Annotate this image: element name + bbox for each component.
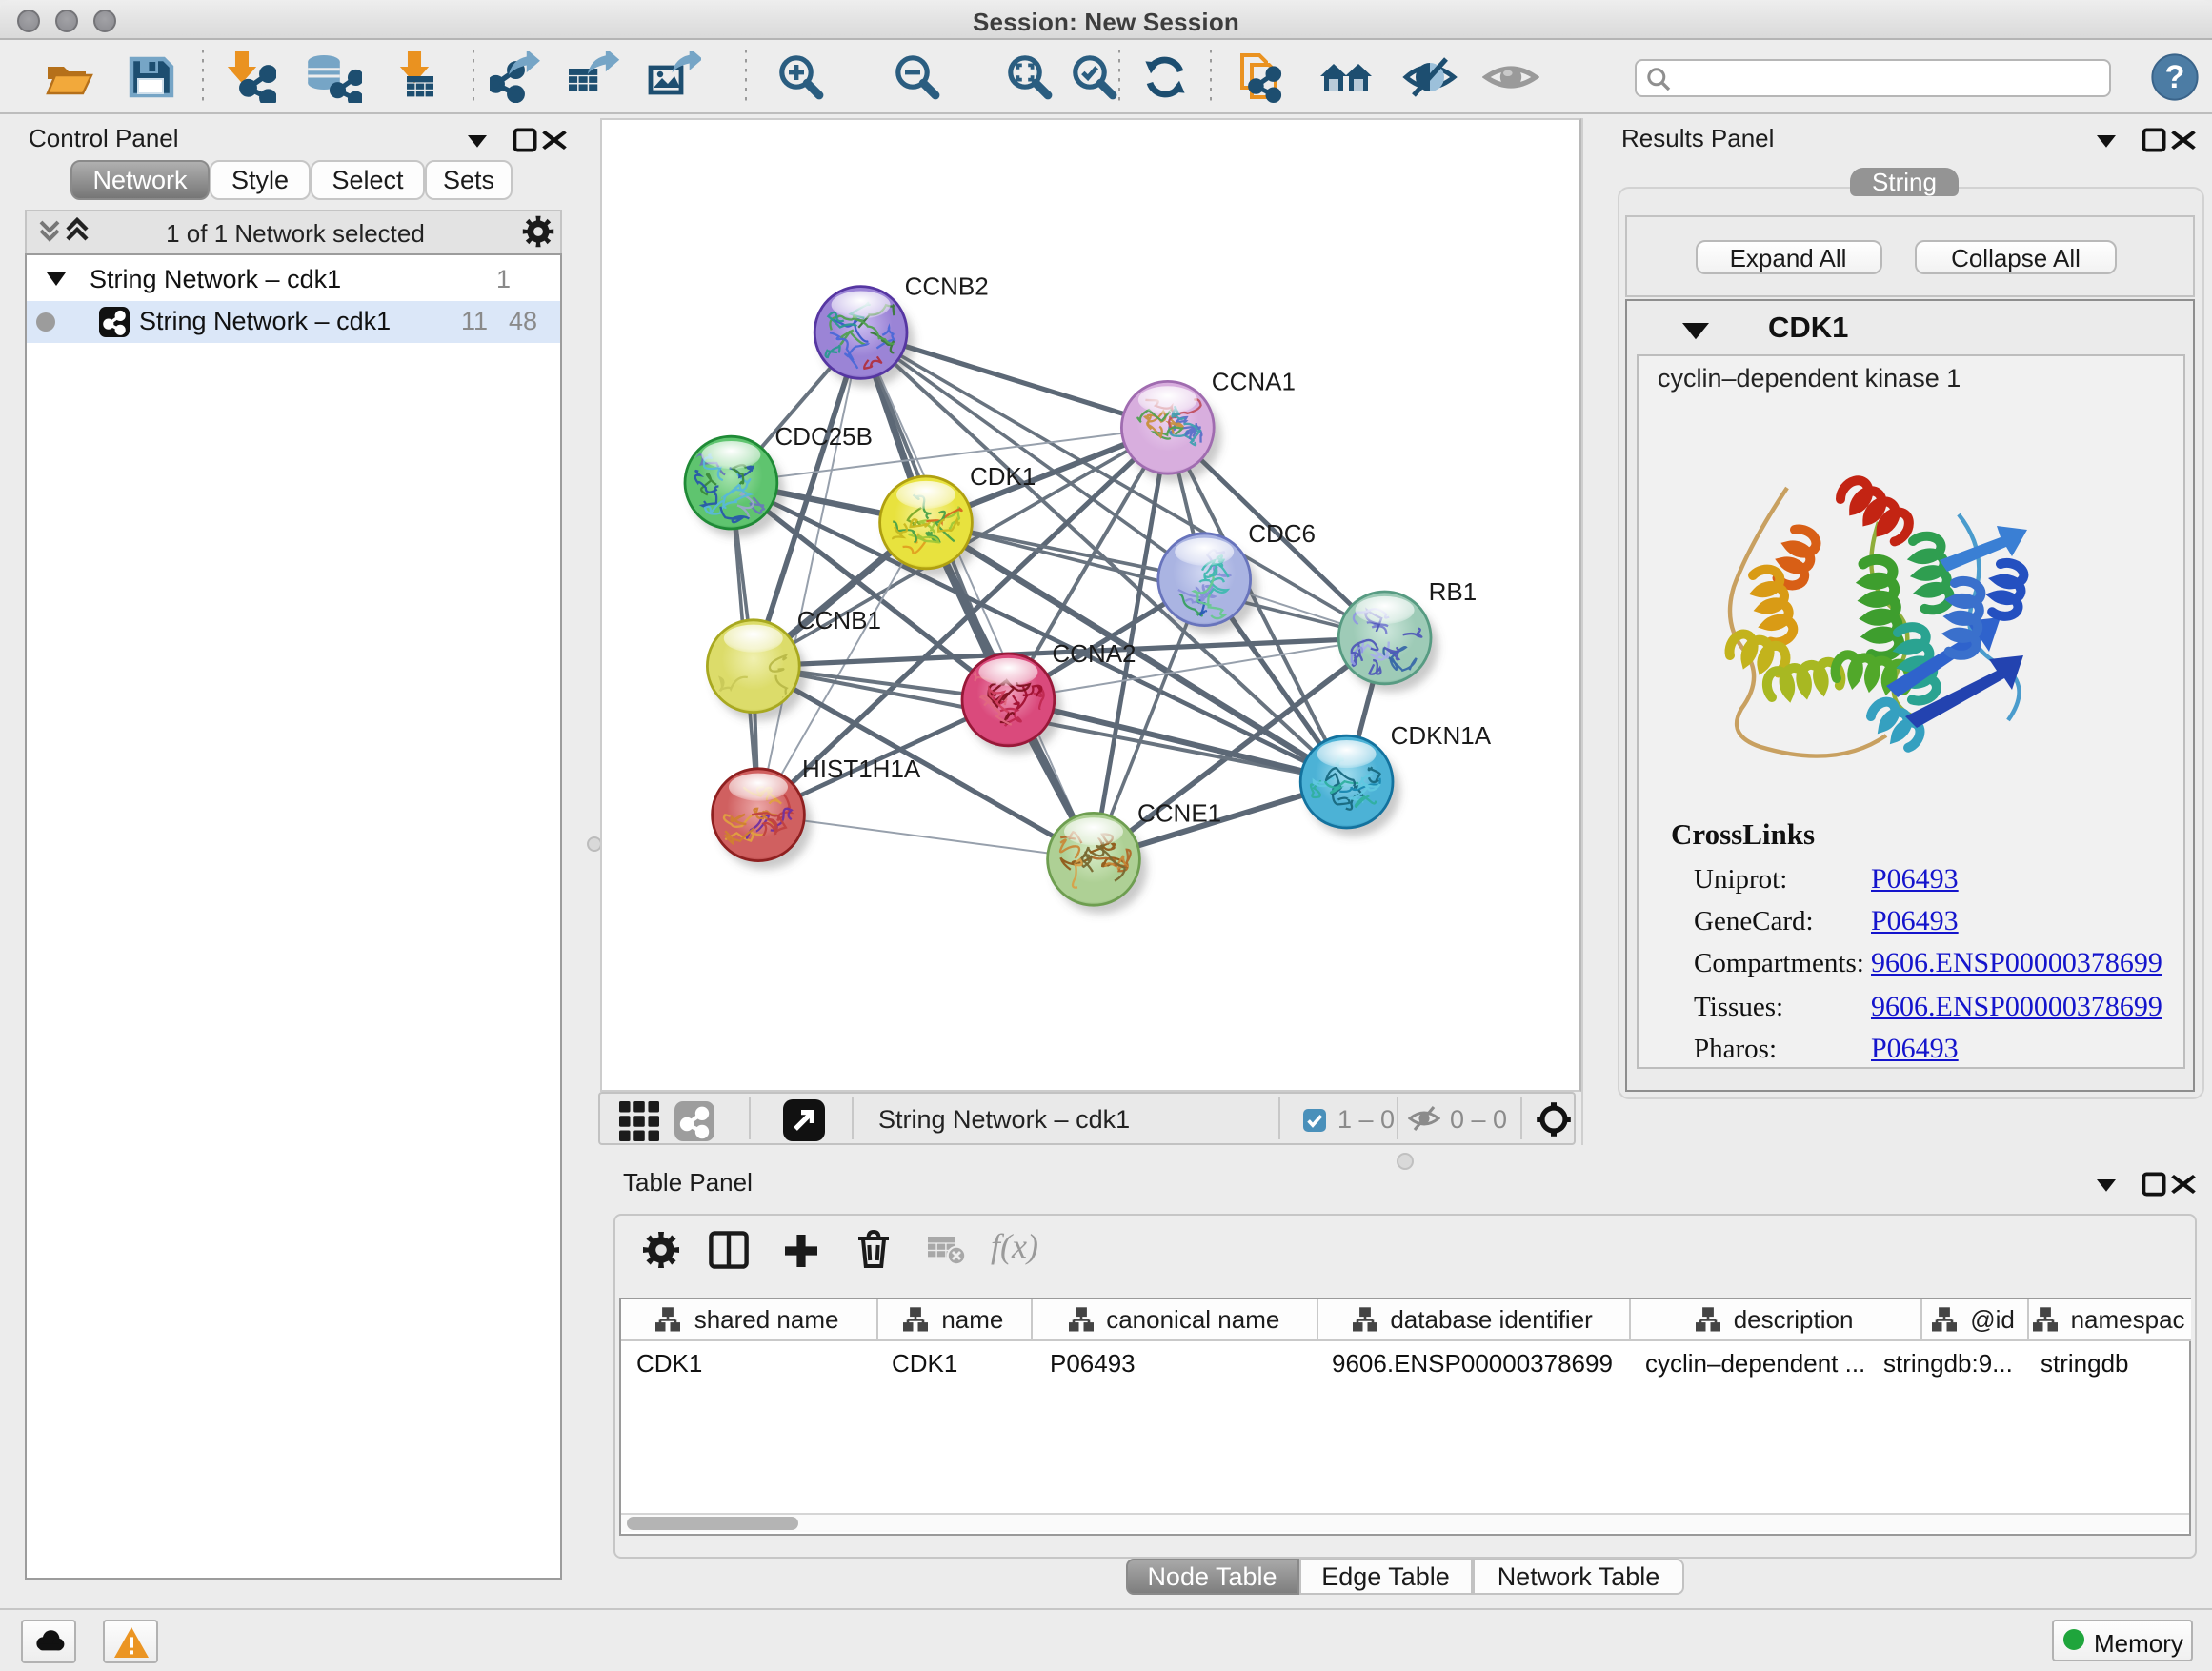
svg-text:CCNA2: CCNA2: [1052, 639, 1136, 668]
svg-text:CDK1: CDK1: [970, 462, 1036, 491]
svg-text:CCNB1: CCNB1: [797, 606, 881, 634]
svg-text:CDKN1A: CDKN1A: [1391, 721, 1492, 750]
svg-text:?: ?: [2165, 59, 2185, 95]
svg-text:CCNA1: CCNA1: [1212, 367, 1296, 395]
svg-text:RB1: RB1: [1429, 577, 1478, 606]
svg-text:CDC6: CDC6: [1248, 519, 1316, 548]
svg-text:CCNE1: CCNE1: [1137, 798, 1221, 827]
svg-text:HIST1H1A: HIST1H1A: [802, 755, 921, 783]
svg-text:CCNB2: CCNB2: [905, 272, 989, 301]
svg-text:CDC25B: CDC25B: [774, 422, 873, 451]
